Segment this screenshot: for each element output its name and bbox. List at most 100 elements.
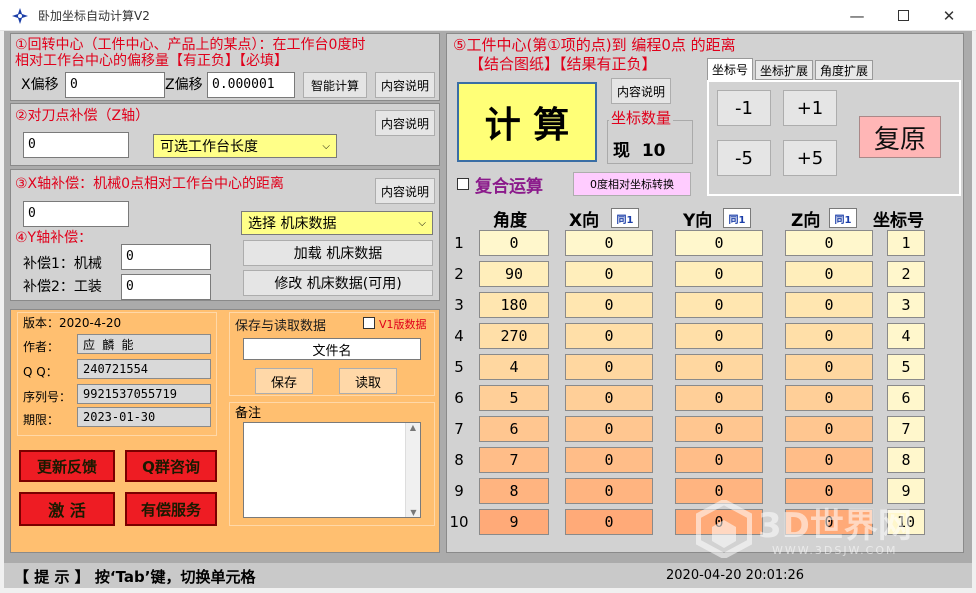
y-cell[interactable]: 0 [675,323,763,349]
z-cell[interactable]: 0 [785,323,873,349]
z-cell[interactable]: 0 [785,292,873,318]
z-cell[interactable]: 0 [785,385,873,411]
zero-angle-convert-button[interactable]: 0度相对坐标转换 [573,172,691,196]
maximize-button[interactable] [880,0,926,31]
tool-offset-info-button[interactable]: 内容说明 [375,110,435,136]
z-cell[interactable]: 0 [785,230,873,256]
coord-no-cell[interactable]: 2 [887,261,925,287]
tool-offset-input[interactable]: 0 [23,132,129,158]
y-cell[interactable]: 0 [675,292,763,318]
angle-cell[interactable]: 0 [479,230,549,256]
angle-cell[interactable]: 90 [479,261,549,287]
activate-button[interactable]: 激 活 [19,492,115,526]
smart-calc-button[interactable]: 智能计算 [303,72,367,98]
qq-field[interactable]: 240721554 [77,359,211,379]
z-cell[interactable]: 0 [785,354,873,380]
x-cell[interactable]: 0 [565,509,653,535]
x-cell[interactable]: 0 [565,385,653,411]
remarks-textarea[interactable]: ▲ ▼ [243,422,421,518]
angle-cell[interactable]: 7 [479,447,549,473]
x-cell[interactable]: 0 [565,478,653,504]
x-cell[interactable]: 0 [565,416,653,442]
plus-1-button[interactable]: +1 [783,90,837,126]
worktable-length-value: 可选工作台长度 [160,139,258,155]
x-cell[interactable]: 0 [565,447,653,473]
angle-cell[interactable]: 5 [479,385,549,411]
load-machine-data-button[interactable]: 加载 机床数据 [243,240,433,266]
minimize-button[interactable]: — [834,0,880,31]
coord-no-cell[interactable]: 7 [887,416,925,442]
y-cell[interactable]: 0 [675,354,763,380]
qq-group-button[interactable]: Q群咨询 [125,450,217,482]
tab-coord-ext[interactable]: 坐标扩展 [755,60,813,80]
machine-data-select[interactable]: 选择 机床数据 ⌵ [241,211,433,235]
x-cell[interactable]: 0 [565,261,653,287]
coord-no-cell[interactable]: 3 [887,292,925,318]
angle-cell[interactable]: 9 [479,509,549,535]
x-comp-title: ③X轴补偿：机械0点相对工作台中心的距离 [15,176,285,192]
z-cell[interactable]: 0 [785,261,873,287]
update-feedback-button[interactable]: 更新反馈 [19,450,115,482]
x-comp-input[interactable]: 0 [23,201,129,227]
title-bar: 卧加坐标自动计算V2 — ✕ [0,0,976,31]
scroll-up-icon[interactable]: ▲ [406,423,420,432]
z-same-as-1-button[interactable]: 同1 [829,208,857,228]
angle-cell[interactable]: 4 [479,354,549,380]
tab-angle-ext[interactable]: 角度扩展 [815,60,873,80]
x-same-as-1-button[interactable]: 同1 [611,208,639,228]
calc-info-button[interactable]: 内容说明 [611,78,671,104]
minus-5-button[interactable]: -5 [717,140,771,176]
y-cell[interactable]: 0 [675,230,763,256]
worktable-length-select[interactable]: 可选工作台长度 ⌵ [153,134,337,158]
close-button[interactable]: ✕ [926,0,972,31]
angle-cell[interactable]: 270 [479,323,549,349]
tab-coord-no[interactable]: 坐标号 [707,58,753,80]
x-cell[interactable]: 0 [565,230,653,256]
x-cell[interactable]: 0 [565,323,653,349]
z-cell[interactable]: 0 [785,447,873,473]
x-cell[interactable]: 0 [565,354,653,380]
v1-data-checkbox[interactable] [363,317,375,329]
status-hint: 【 提 示 】 按‘Tab’键，切换单元格 [14,568,256,586]
x-cell[interactable]: 0 [565,292,653,318]
z-cell[interactable]: 0 [785,416,873,442]
rotation-info-button[interactable]: 内容说明 [375,72,435,98]
y-cell[interactable]: 0 [675,261,763,287]
author-label: 作者： [23,340,60,354]
expiry-field[interactable]: 2023-01-30 [77,407,211,427]
coord-no-cell[interactable]: 6 [887,385,925,411]
filename-input[interactable]: 文件名 [243,338,421,360]
comp1-input[interactable]: 0 [121,244,211,270]
coord-no-cell[interactable]: 4 [887,323,925,349]
coord-no-cell[interactable]: 1 [887,230,925,256]
read-button[interactable]: 读取 [339,368,397,394]
serial-field[interactable]: 9921537055719 [77,384,211,404]
reset-button[interactable]: 复原 [859,116,941,158]
composite-checkbox[interactable] [457,178,469,190]
y-cell[interactable]: 0 [675,447,763,473]
x-offset-input[interactable]: 0 [65,72,165,98]
x-comp-info-button[interactable]: 内容说明 [375,178,435,204]
author-field[interactable]: 应 麟 能 [77,334,211,354]
comp2-input[interactable]: 0 [121,274,211,300]
minus-1-button[interactable]: -1 [717,90,771,126]
save-button[interactable]: 保存 [255,368,313,394]
paid-service-button[interactable]: 有偿服务 [125,492,217,526]
y-same-as-1-button[interactable]: 同1 [723,208,751,228]
angle-cell[interactable]: 180 [479,292,549,318]
plus-5-button[interactable]: +5 [783,140,837,176]
y-cell[interactable]: 0 [675,416,763,442]
coord-no-cell[interactable]: 5 [887,354,925,380]
close-icon: ✕ [942,6,956,25]
coord-no-cell[interactable]: 8 [887,447,925,473]
remarks-scrollbar[interactable]: ▲ ▼ [405,423,420,517]
scroll-down-icon[interactable]: ▼ [406,508,421,517]
y-cell[interactable]: 0 [675,385,763,411]
coordinate-title: ⑤工件中心(第①项的点)到 编程0点 的距离 [453,36,736,54]
machine-data-value: 选择 机床数据 [248,216,337,232]
angle-cell[interactable]: 6 [479,416,549,442]
angle-cell[interactable]: 8 [479,478,549,504]
z-offset-input[interactable]: 0.000001 [207,72,295,98]
calculate-button[interactable]: 计 算 [457,82,597,162]
modify-machine-data-button[interactable]: 修改 机床数据(可用) [243,270,433,296]
